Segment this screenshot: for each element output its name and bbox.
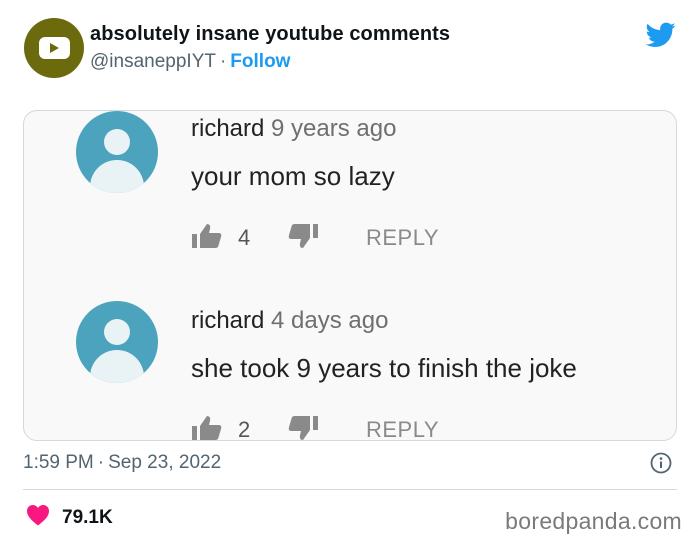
thumbs-up-icon [191, 415, 223, 440]
tweet-time: 1:59 PM [23, 452, 94, 473]
comment-meta: richard 9 years ago [191, 115, 396, 143]
like-row[interactable]: 79.1K [26, 504, 113, 531]
account-handle[interactable]: @insaneppIYT [90, 51, 216, 72]
thumbs-up-icon [191, 223, 223, 254]
comment-age: 9 years ago [271, 115, 397, 142]
like-count-total: 79.1K [62, 506, 113, 528]
youtube-logo-icon [38, 37, 70, 59]
comment-screenshot: richard 9 years ago your mom so lazy 4 R… [23, 110, 677, 441]
commenter-avatar [76, 111, 158, 193]
comment-actions: 4 REPLY [191, 223, 491, 253]
thumbs-down-icon [287, 223, 319, 254]
separator-dot: · [219, 51, 227, 72]
commenter-avatar [76, 301, 158, 383]
comment-text: your mom so lazy [191, 161, 395, 191]
reply-button: REPLY [366, 225, 440, 250]
twitter-bird-icon[interactable] [645, 22, 676, 53]
heart-icon[interactable] [26, 504, 50, 531]
comment-actions: 2 REPLY [191, 415, 491, 441]
comment-author: richard [191, 307, 265, 334]
thumbs-down-icon [287, 415, 319, 440]
tweet-timestamp[interactable]: 1:59 PM · Sep 23, 2022 [23, 452, 221, 474]
reply-button: REPLY [366, 417, 440, 441]
watermark: boredpanda.com [505, 508, 682, 534]
like-count: 4 [238, 225, 251, 250]
follow-button[interactable]: Follow [230, 51, 290, 72]
tweet-date: Sep 23, 2022 [108, 452, 222, 473]
account-avatar[interactable] [24, 18, 84, 78]
tweet-header: absolutely insane youtube comments @insa… [24, 18, 680, 80]
account-name[interactable]: absolutely insane youtube comments [90, 23, 450, 46]
comment-text: she took 9 years to finish the joke [191, 353, 577, 383]
comment-author: richard [191, 115, 265, 142]
comment-age: 4 days ago [271, 307, 389, 334]
separator-dot: · [97, 452, 105, 473]
handle-line: @insaneppIYT · Follow [90, 51, 290, 73]
divider [23, 489, 677, 490]
like-count: 2 [238, 417, 251, 441]
comment-meta: richard 4 days ago [191, 307, 388, 335]
info-icon[interactable] [650, 452, 672, 479]
